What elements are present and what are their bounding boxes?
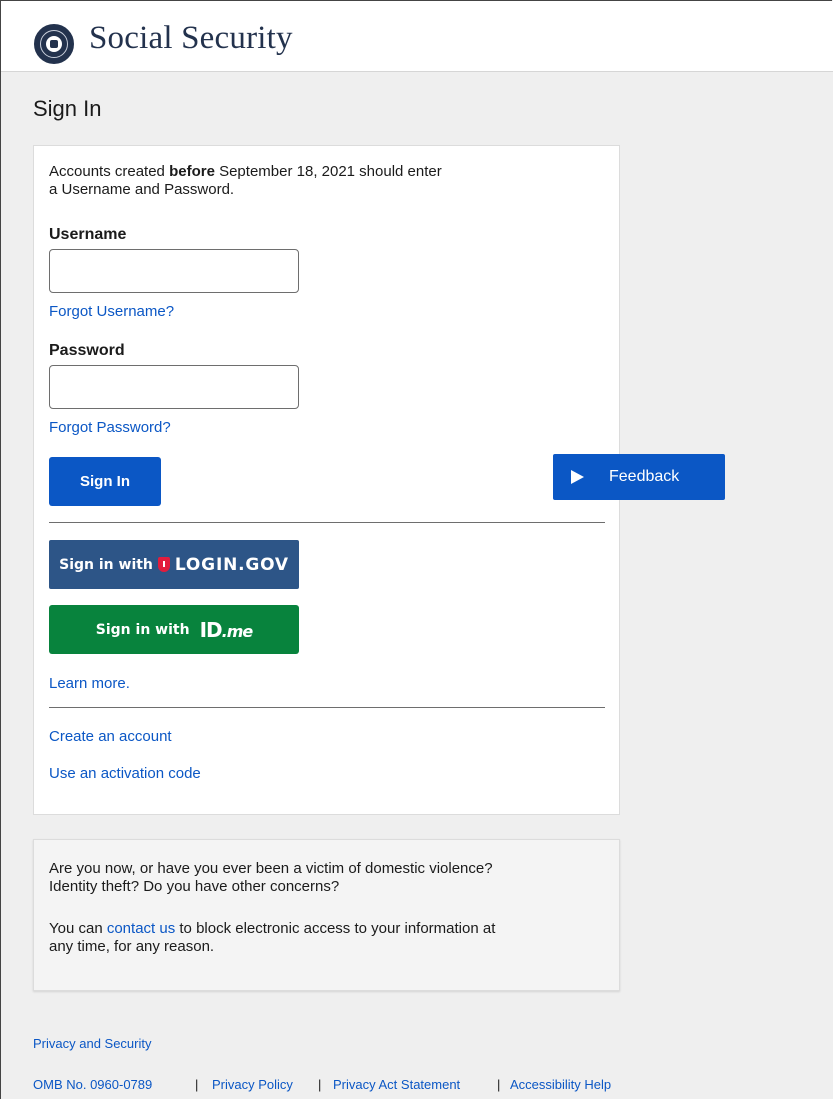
login-gov-prefix: Sign in with <box>59 556 153 573</box>
signin-card: Accounts created before September 18, 20… <box>33 145 620 815</box>
privacy-security-link[interactable]: Privacy and Security <box>33 1036 152 1051</box>
sign-in-button[interactable]: Sign In <box>49 457 161 506</box>
feedback-button[interactable]: Feedback <box>553 454 725 500</box>
footer-separator: | <box>318 1077 322 1092</box>
learn-more-link[interactable]: Learn more. <box>49 675 130 692</box>
login-gov-logo: LOGIN.GOV <box>174 554 289 575</box>
username-label: Username <box>49 226 127 243</box>
divider <box>49 522 605 523</box>
idme-prefix: Sign in with <box>95 621 190 638</box>
idme-button[interactable]: Sign in with ID.me <box>49 605 299 654</box>
forgot-username-link[interactable]: Forgot Username? <box>49 303 174 320</box>
notice-contact-text: You can contact us to block electronic a… <box>49 920 496 955</box>
password-input[interactable] <box>49 365 299 409</box>
footer-separator: | <box>497 1077 501 1092</box>
username-input[interactable] <box>49 249 299 293</box>
notice-question: Are you now, or have you ever been a vic… <box>49 860 493 895</box>
play-icon <box>571 470 584 484</box>
forgot-password-link[interactable]: Forgot Password? <box>49 419 171 436</box>
login-gov-button[interactable]: Sign in with LOGIN.GOV <box>49 540 299 589</box>
ssa-seal-icon[interactable] <box>34 24 74 64</box>
feedback-label: Feedback <box>609 468 680 485</box>
accessibility-help-link[interactable]: Accessibility Help <box>510 1077 611 1092</box>
contact-us-link[interactable]: contact us <box>107 920 175 937</box>
login-gov-shield-icon <box>157 557 170 572</box>
site-header: Social Security <box>1 1 833 72</box>
omb-link[interactable]: OMB No. 0960-0789 <box>33 1077 152 1092</box>
activation-code-link[interactable]: Use an activation code <box>49 765 201 782</box>
privacy-act-link[interactable]: Privacy Act Statement <box>333 1077 460 1092</box>
page-title: Sign In <box>33 96 102 121</box>
brand-title[interactable]: Social Security <box>89 20 293 57</box>
footer-separator: | <box>195 1077 199 1092</box>
domestic-violence-notice: Are you now, or have you ever been a vic… <box>33 839 620 991</box>
create-account-link[interactable]: Create an account <box>49 728 172 745</box>
divider <box>49 707 605 708</box>
signin-intro: Accounts created before September 18, 20… <box>49 163 442 198</box>
privacy-policy-link[interactable]: Privacy Policy <box>212 1077 293 1092</box>
password-label: Password <box>49 342 125 359</box>
idme-logo: ID.me <box>199 617 254 642</box>
